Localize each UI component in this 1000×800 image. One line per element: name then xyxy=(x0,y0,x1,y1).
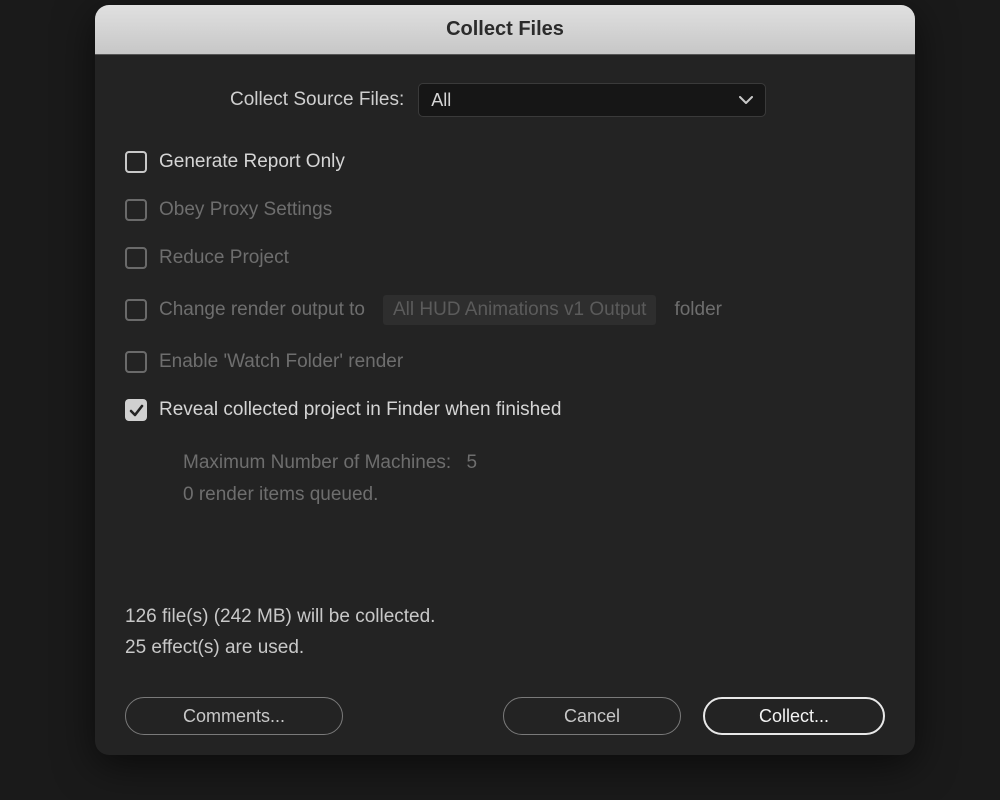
change-output-field[interactable]: All HUD Animations v1 Output xyxy=(383,295,656,325)
collect-button[interactable]: Collect... xyxy=(703,697,885,735)
collect-files-dialog: Collect Files Collect Source Files: All … xyxy=(95,5,915,755)
obey-proxy-row: Obey Proxy Settings xyxy=(125,199,885,221)
dialog-content: Collect Source Files: All Generate Repor… xyxy=(95,55,915,755)
comments-button-label: Comments... xyxy=(183,706,285,727)
change-output-row: Change render output to All HUD Animatio… xyxy=(125,295,885,325)
source-files-label: Collect Source Files: xyxy=(230,89,404,111)
change-output-prefix: Change render output to xyxy=(159,299,365,321)
chevron-down-icon xyxy=(739,96,753,105)
reveal-finder-checkbox[interactable] xyxy=(125,399,147,421)
enable-watch-row: Enable 'Watch Folder' render xyxy=(125,351,885,373)
generate-report-checkbox[interactable] xyxy=(125,151,147,173)
machines-label: Maximum Number of Machines: xyxy=(183,452,451,473)
reveal-finder-row: Reveal collected project in Finder when … xyxy=(125,399,885,421)
machines-row: Maximum Number of Machines: 5 xyxy=(183,447,885,479)
obey-proxy-label: Obey Proxy Settings xyxy=(159,199,332,221)
reduce-project-checkbox[interactable] xyxy=(125,247,147,269)
enable-watch-label: Enable 'Watch Folder' render xyxy=(159,351,403,373)
change-output-checkbox[interactable] xyxy=(125,299,147,321)
dialog-title: Collect Files xyxy=(446,18,564,41)
reduce-project-row: Reduce Project xyxy=(125,247,885,269)
enable-watch-checkbox[interactable] xyxy=(125,351,147,373)
cancel-button-label: Cancel xyxy=(564,706,620,727)
collect-button-label: Collect... xyxy=(759,706,829,727)
machines-info: Maximum Number of Machines: 5 0 render i… xyxy=(183,447,885,512)
reveal-finder-label: Reveal collected project in Finder when … xyxy=(159,399,561,421)
generate-report-label: Generate Report Only xyxy=(159,151,345,173)
summary-block: 126 file(s) (242 MB) will be collected. … xyxy=(125,602,435,663)
dialog-titlebar: Collect Files xyxy=(95,5,915,55)
obey-proxy-checkbox[interactable] xyxy=(125,199,147,221)
summary-effects: 25 effect(s) are used. xyxy=(125,633,435,663)
queued-text: 0 render items queued. xyxy=(183,479,885,511)
source-files-value: All xyxy=(431,90,451,111)
checkmark-icon xyxy=(129,404,144,417)
comments-button[interactable]: Comments... xyxy=(125,697,343,735)
generate-report-row: Generate Report Only xyxy=(125,151,885,173)
source-files-dropdown[interactable]: All xyxy=(418,83,766,117)
change-output-suffix: folder xyxy=(674,299,722,321)
machines-value: 5 xyxy=(466,452,477,473)
summary-files: 126 file(s) (242 MB) will be collected. xyxy=(125,602,435,632)
reduce-project-label: Reduce Project xyxy=(159,247,289,269)
button-row: Comments... Cancel Collect... xyxy=(125,697,885,735)
source-files-row: Collect Source Files: All xyxy=(230,83,885,117)
cancel-button[interactable]: Cancel xyxy=(503,697,681,735)
